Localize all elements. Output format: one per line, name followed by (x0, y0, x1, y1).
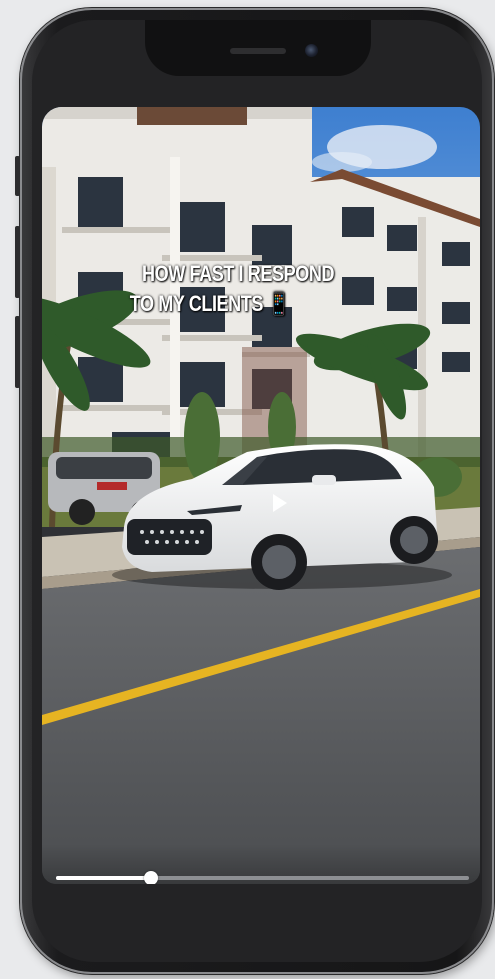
front-camera (305, 44, 318, 57)
play-icon[interactable] (262, 487, 294, 519)
notch (145, 20, 371, 76)
video-caption: HOW FAST I RESPOND TO MY CLIENTS 📱 (130, 259, 372, 319)
volume-down-button (15, 316, 20, 388)
video-screen[interactable]: HOW FAST I RESPOND TO MY CLIENTS 📱 (42, 107, 480, 884)
video-progress-fill (56, 876, 151, 880)
caption-line-2: TO MY CLIENTS 📱 (129, 291, 290, 316)
video-scrubber-handle[interactable] (143, 871, 158, 884)
speaker-grille (230, 48, 286, 54)
caption-line-1: HOW FAST I RESPOND (142, 261, 335, 286)
video-frame (42, 107, 480, 884)
mute-switch (15, 156, 20, 196)
video-progress-bar[interactable] (56, 871, 469, 884)
volume-up-button (15, 226, 20, 298)
